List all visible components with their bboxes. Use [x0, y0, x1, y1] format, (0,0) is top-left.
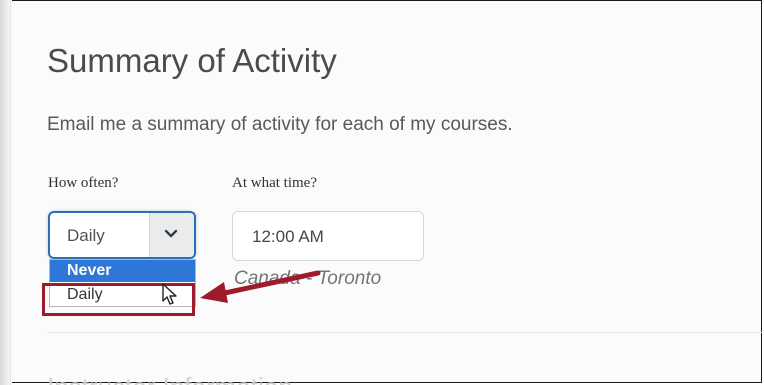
option-never[interactable]: Never	[50, 260, 195, 282]
next-section-title: Instructor Information	[47, 372, 293, 385]
section-title: Summary of Activity	[47, 42, 337, 79]
section-divider	[47, 332, 762, 333]
time-value: 12:00 AM	[252, 227, 324, 246]
arrow-icon	[200, 270, 321, 303]
time-label: At what time?	[232, 175, 317, 191]
frequency-selected-value: Daily	[67, 226, 105, 245]
time-input[interactable]: 12:00 AM	[232, 211, 424, 261]
section-description: Email me a summary of activity for each …	[47, 114, 513, 135]
frequency-select[interactable]: Daily	[48, 211, 196, 259]
frequency-select-toggle[interactable]	[149, 213, 194, 257]
chevron-down-icon	[164, 229, 178, 238]
frequency-label: How often?	[48, 175, 119, 191]
panel-edge	[10, 0, 11, 385]
mouse-cursor-icon	[162, 283, 177, 305]
